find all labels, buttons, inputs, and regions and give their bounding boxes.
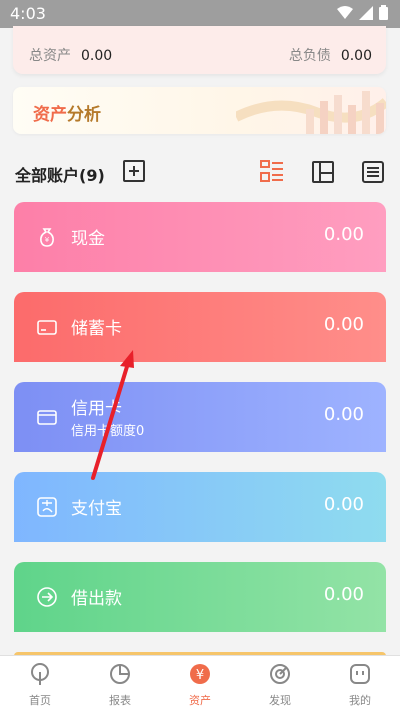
asset-analysis-title: 资产分析 bbox=[33, 105, 101, 125]
bottom-tab-bar: 首页 报表 ¥ 资产 发现 我的 bbox=[0, 655, 400, 711]
list-view-icon[interactable] bbox=[260, 160, 284, 184]
accounts-header: 全部账户(9) bbox=[15, 160, 385, 185]
total-assets-value: 0.00 bbox=[81, 48, 113, 64]
tab-report[interactable]: 报表 bbox=[80, 656, 160, 711]
alipay-icon bbox=[37, 497, 57, 517]
tab-profile-label: 我的 bbox=[349, 694, 371, 707]
money-bag-icon: ¥ bbox=[40, 228, 54, 247]
tab-discover[interactable]: 发现 bbox=[240, 656, 320, 711]
status-icons bbox=[337, 5, 388, 20]
tab-discover-label: 发现 bbox=[269, 694, 291, 707]
tab-home[interactable]: 首页 bbox=[0, 656, 80, 711]
status-bar: 4:03 bbox=[0, 0, 400, 28]
account-amount: 0.00 bbox=[323, 314, 364, 335]
grid-view-icon[interactable] bbox=[311, 160, 335, 184]
asset-icon: ¥ bbox=[190, 664, 210, 684]
detail-view-icon[interactable] bbox=[361, 160, 385, 184]
account-card-savings[interactable]: 储蓄卡 0.00 bbox=[14, 292, 386, 362]
card-icon bbox=[37, 320, 57, 335]
total-assets: 总资产 0.00 bbox=[29, 45, 112, 65]
svg-text:¥: ¥ bbox=[45, 236, 50, 244]
bar-chart-decoration-icon bbox=[236, 91, 386, 134]
credit-limit-label: 信用卡额度0 bbox=[71, 424, 145, 439]
status-time: 4:03 bbox=[10, 4, 46, 23]
tab-profile[interactable]: 我的 bbox=[320, 656, 400, 711]
total-assets-label: 总资产 bbox=[29, 48, 71, 64]
tab-assets[interactable]: ¥ 资产 bbox=[160, 656, 240, 711]
account-card-cash[interactable]: ¥ 现金 0.00 bbox=[14, 202, 386, 272]
report-icon bbox=[110, 664, 130, 684]
signal-icon bbox=[359, 5, 373, 20]
account-amount: 0.00 bbox=[323, 404, 364, 425]
account-name: 现金 bbox=[71, 229, 105, 249]
asset-summary-card: 总资产 0.00 总负债 0.00 bbox=[13, 26, 386, 74]
tab-home-label: 首页 bbox=[29, 694, 51, 707]
svg-text:¥: ¥ bbox=[196, 668, 204, 683]
credit-card-icon bbox=[37, 410, 57, 425]
profile-icon bbox=[350, 664, 370, 684]
total-liabilities-value: 0.00 bbox=[340, 48, 372, 64]
asset-analysis-banner[interactable]: 资产分析 bbox=[13, 87, 386, 134]
total-liabilities-label: 总负债 bbox=[288, 48, 331, 64]
account-amount: 0.00 bbox=[323, 584, 364, 605]
account-amount: 0.00 bbox=[323, 494, 364, 515]
tab-report-label: 报表 bbox=[109, 694, 131, 707]
accounts-title: 全部账户(9) bbox=[15, 166, 105, 185]
account-card-credit[interactable]: 信用卡 信用卡额度0 0.00 bbox=[14, 382, 386, 452]
account-amount: 0.00 bbox=[323, 224, 364, 245]
tab-assets-label: 资产 bbox=[189, 694, 211, 707]
lend-icon bbox=[37, 587, 57, 607]
account-name: 借出款 bbox=[71, 589, 122, 609]
home-icon bbox=[31, 663, 49, 685]
battery-icon bbox=[379, 5, 388, 20]
wifi-icon bbox=[337, 5, 353, 19]
discover-icon bbox=[270, 664, 290, 684]
account-card-alipay[interactable]: 支付宝 0.00 bbox=[14, 472, 386, 542]
total-liabilities: 总负债 0.00 bbox=[289, 45, 372, 65]
add-account-button[interactable] bbox=[123, 160, 145, 182]
account-card-lend[interactable]: 借出款 0.00 bbox=[14, 562, 386, 632]
account-name: 储蓄卡 bbox=[71, 319, 122, 339]
account-name: 支付宝 bbox=[71, 499, 122, 519]
account-name: 信用卡 bbox=[71, 399, 122, 419]
